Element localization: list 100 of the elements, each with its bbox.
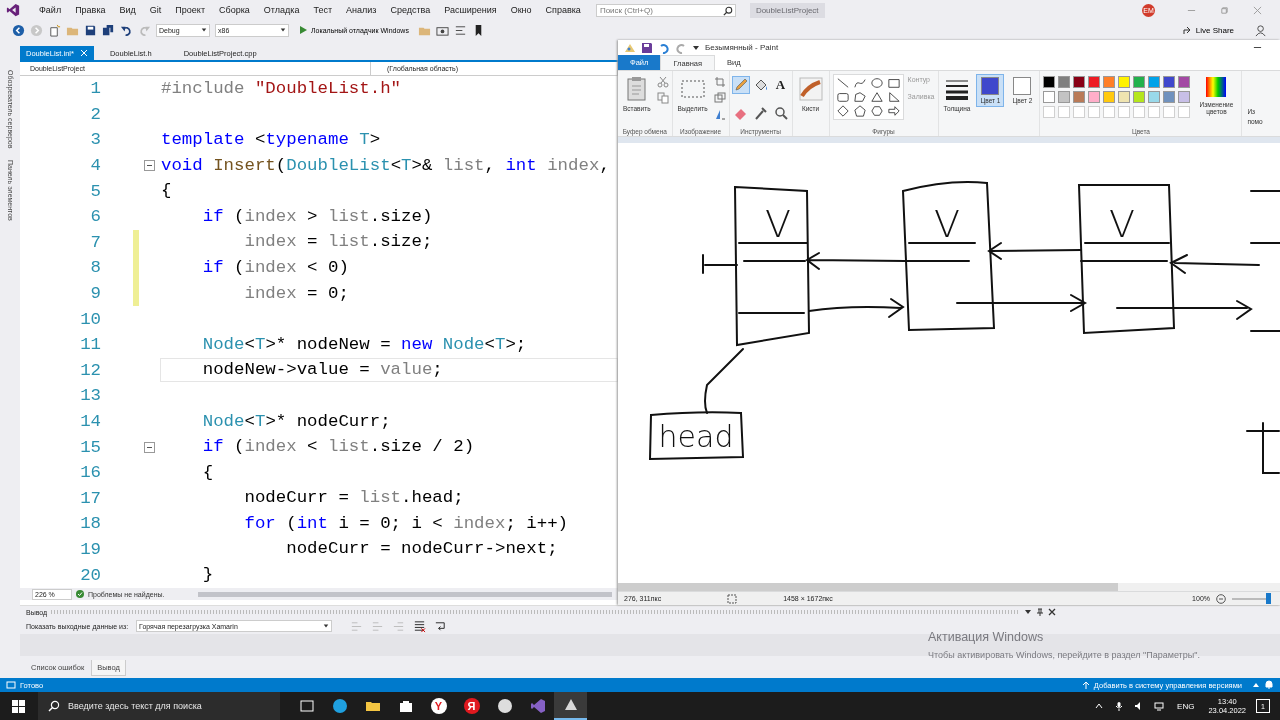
pencil-icon[interactable] [732,77,749,93]
magnifier-icon[interactable] [772,104,789,121]
line-number: 2 [89,104,101,124]
code-line: nodeCurr = nodeCurr->next; [285,538,559,561]
horizontal-scrollbar[interactable] [618,583,1118,591]
menu-item[interactable]: Справка [538,5,588,15]
palette-swatch[interactable] [1118,91,1131,103]
palette-swatch[interactable] [1088,91,1101,103]
empty-swatch[interactable] [1073,106,1086,118]
palette-swatch[interactable] [1133,76,1146,88]
menu-item[interactable]: Файл [32,5,69,15]
text-tool[interactable]: A [772,77,789,93]
menu-item[interactable]: Анализ [339,5,384,15]
line-number: 13 [79,386,101,406]
palette-swatch[interactable] [1133,91,1146,103]
scissors-icon[interactable] [656,76,669,88]
triangle-shape-icon[interactable] [869,91,884,103]
palette-swatch[interactable] [1163,76,1176,88]
empty-swatch[interactable] [1163,106,1176,118]
caret-icon[interactable] [1024,608,1032,616]
palette-swatch[interactable] [1058,76,1071,88]
copy-icon[interactable] [656,92,669,104]
language-indicator[interactable]: ENG [1177,701,1195,711]
polygon-shape-icon[interactable] [852,91,867,103]
palette-swatch[interactable] [1073,76,1086,88]
restore-icon[interactable] [1220,5,1229,15]
clear-all-icon[interactable] [413,619,427,633]
palette-swatch[interactable] [1043,76,1056,88]
palette-swatch[interactable] [1103,91,1116,103]
rotate-icon[interactable] [713,108,726,120]
menu-item[interactable]: Git [142,5,169,15]
resize-icon[interactable] [713,92,726,104]
save-icon[interactable] [641,41,653,54]
menu-item[interactable]: Вид [112,5,143,15]
collapse-icon[interactable] [144,160,155,172]
paint-taskbar-icon[interactable] [554,692,587,720]
caret-up-icon[interactable] [1094,701,1105,711]
right-triangle-shape-icon[interactable] [886,91,901,103]
palette-swatch[interactable] [1163,91,1176,103]
menu-item[interactable]: Тест [306,5,340,15]
diamond-shape-icon[interactable] [835,105,850,117]
palette-swatch[interactable] [1088,76,1101,88]
rounded-rectangle-shape-icon[interactable] [835,91,850,103]
empty-swatch[interactable] [1103,106,1116,118]
new-item-icon[interactable] [48,23,61,37]
curve-shape-icon[interactable] [852,77,867,89]
menu-item[interactable]: Отладка [256,5,307,15]
person-icon[interactable] [1255,23,1268,37]
pin-icon[interactable] [1036,608,1044,616]
palette-swatch[interactable] [1148,91,1161,103]
hexagon-shape-icon[interactable] [869,105,884,117]
palette-swatch[interactable] [1148,76,1161,88]
undo-icon[interactable] [658,41,670,54]
color-picker-icon[interactable] [752,104,769,121]
close-icon[interactable] [1048,608,1056,616]
empty-swatch[interactable] [1088,106,1101,118]
palette-swatch[interactable] [1103,76,1116,88]
save-all-icon[interactable] [102,23,115,37]
zoom-slider-thumb[interactable] [1265,592,1271,604]
pentagon-shape-icon[interactable] [852,105,867,117]
caret-icon[interactable] [692,43,700,52]
menu-item[interactable]: Расширения [437,5,504,15]
palette-swatch[interactable] [1058,91,1071,103]
empty-swatch[interactable] [1133,106,1146,118]
arrow-shape-icon[interactable] [886,105,901,117]
palette-swatch[interactable] [1043,91,1056,103]
palette-swatch[interactable] [1073,91,1086,103]
line-number: 4 [89,156,101,176]
network-icon[interactable] [1154,701,1165,711]
menu-item[interactable]: Проект [168,5,212,15]
save-icon[interactable] [84,23,97,37]
back-icon[interactable] [12,23,25,37]
empty-swatch[interactable] [1118,106,1131,118]
collapse-icon[interactable] [144,441,155,453]
zoom-out-icon[interactable] [1216,593,1226,604]
empty-swatch[interactable] [1043,106,1056,118]
code-line: template <typename T> [160,129,382,151]
bell-icon[interactable] [1264,680,1274,690]
redo-icon[interactable] [675,41,687,54]
empty-swatch[interactable] [1178,106,1191,118]
line-shape-icon[interactable] [835,77,850,89]
windows-start-icon[interactable] [12,699,25,713]
menu-item[interactable]: Правка [68,5,113,15]
taskbar-search-field[interactable]: Введите здесь текст для поиска [38,692,280,720]
palette-swatch[interactable] [1178,76,1191,88]
crop-icon[interactable] [713,76,726,88]
empty-swatch[interactable] [1148,106,1161,118]
palette-swatch[interactable] [1118,76,1131,88]
palette-swatch[interactable] [1178,91,1191,103]
search-field[interactable]: Поиск (Ctrl+Q) [595,3,736,17]
live-share-button[interactable]: Live Share [1176,24,1240,36]
menu-item[interactable]: Окно [503,5,539,15]
empty-swatch[interactable] [1058,106,1071,118]
menu-item[interactable]: Сборка [212,5,257,15]
rectangle-shape-icon[interactable] [886,77,901,89]
microphone-icon[interactable] [1114,701,1125,711]
word-wrap-icon[interactable] [434,619,448,633]
oval-shape-icon[interactable] [869,77,884,89]
horizontal-scrollbar[interactable] [198,591,612,597]
menu-item[interactable]: Средства [383,5,438,15]
